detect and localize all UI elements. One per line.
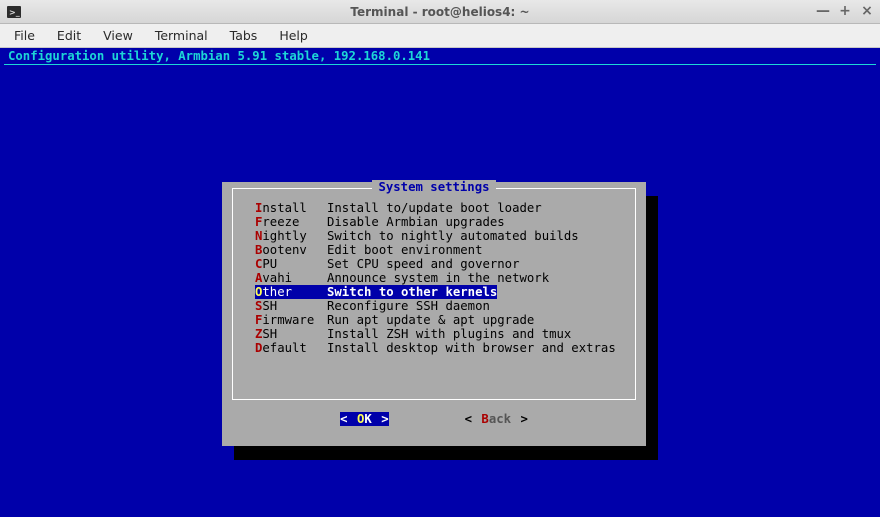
menu-list: Install Install to/update boot loaderFre… [239,195,629,355]
window-titlebar: >_ Terminal - root@helios4: ~ — + × [0,0,880,24]
menu-item-avahi[interactable]: Avahi Announce system in the network [239,271,629,285]
menu-file[interactable]: File [4,26,45,45]
menu-item-name: Other [255,285,327,299]
menu-item-firmware[interactable]: Firmware Run apt update & apt upgrade [239,313,629,327]
menu-item-name: Bootenv [255,243,327,257]
ok-button[interactable]: < OK > [340,412,388,426]
menu-item-desc: Switch to nightly automated builds [327,229,579,243]
menu-item-name: ZSH [255,327,327,341]
menu-item-desc: Disable Armbian upgrades [327,215,505,229]
menu-item-desc: Run apt update & apt upgrade [327,313,534,327]
terminal-area[interactable]: Configuration utility, Armbian 5.91 stab… [0,48,880,517]
menu-item-name: Freeze [255,215,327,229]
menu-terminal[interactable]: Terminal [145,26,218,45]
window-title: Terminal - root@helios4: ~ [350,5,529,19]
terminal-app-icon: >_ [6,4,22,20]
menu-help[interactable]: Help [269,26,318,45]
menu-view[interactable]: View [93,26,143,45]
svg-text:>_: >_ [9,8,20,17]
menu-item-desc: Install to/update boot loader [327,201,542,215]
menu-item-name: SSH [255,299,327,313]
dialog-title: System settings [233,180,635,194]
menu-item-freeze[interactable]: Freeze Disable Armbian upgrades [239,215,629,229]
menu-item-name: Firmware [255,313,327,327]
menu-item-default[interactable]: Default Install desktop with browser and… [239,341,629,355]
menu-item-desc: Edit boot environment [327,243,482,257]
system-settings-dialog: System settings Install Install to/updat… [222,182,646,446]
close-button[interactable]: × [860,3,874,19]
menu-item-cpu[interactable]: CPU Set CPU speed and governor [239,257,629,271]
menu-item-desc: Reconfigure SSH daemon [327,299,490,313]
menu-item-ssh[interactable]: SSH Reconfigure SSH daemon [239,299,629,313]
maximize-button[interactable]: + [838,3,852,19]
menu-item-bootenv[interactable]: Bootenv Edit boot environment [239,243,629,257]
menubar: File Edit View Terminal Tabs Help [0,24,880,48]
menu-item-name: Nightly [255,229,327,243]
menu-item-name: CPU [255,257,327,271]
menu-item-zsh[interactable]: ZSH Install ZSH with plugins and tmux [239,327,629,341]
menu-item-desc: Install desktop with browser and extras [327,341,616,355]
menu-item-name: Default [255,341,327,355]
menu-item-desc: Set CPU speed and governor [327,257,520,271]
menu-edit[interactable]: Edit [47,26,91,45]
menu-item-name: Avahi [255,271,327,285]
menu-tabs[interactable]: Tabs [220,26,268,45]
menu-item-install[interactable]: Install Install to/update boot loader [239,201,629,215]
menu-item-other[interactable]: Other Switch to other kernels [239,285,629,299]
dialog-inner-frame: System settings Install Install to/updat… [232,188,636,400]
minimize-button[interactable]: — [816,3,830,19]
menu-item-desc: Install ZSH with plugins and tmux [327,327,571,341]
window-controls: — + × [816,3,874,19]
dialog-buttons: < OK > < Back > [232,412,636,426]
menu-item-desc: Switch to other kernels [327,285,497,299]
config-header: Configuration utility, Armbian 5.91 stab… [4,48,876,65]
menu-item-name: Install [255,201,327,215]
back-button[interactable]: < Back > [465,412,528,426]
menu-item-desc: Announce system in the network [327,271,549,285]
menu-item-nightly[interactable]: Nightly Switch to nightly automated buil… [239,229,629,243]
